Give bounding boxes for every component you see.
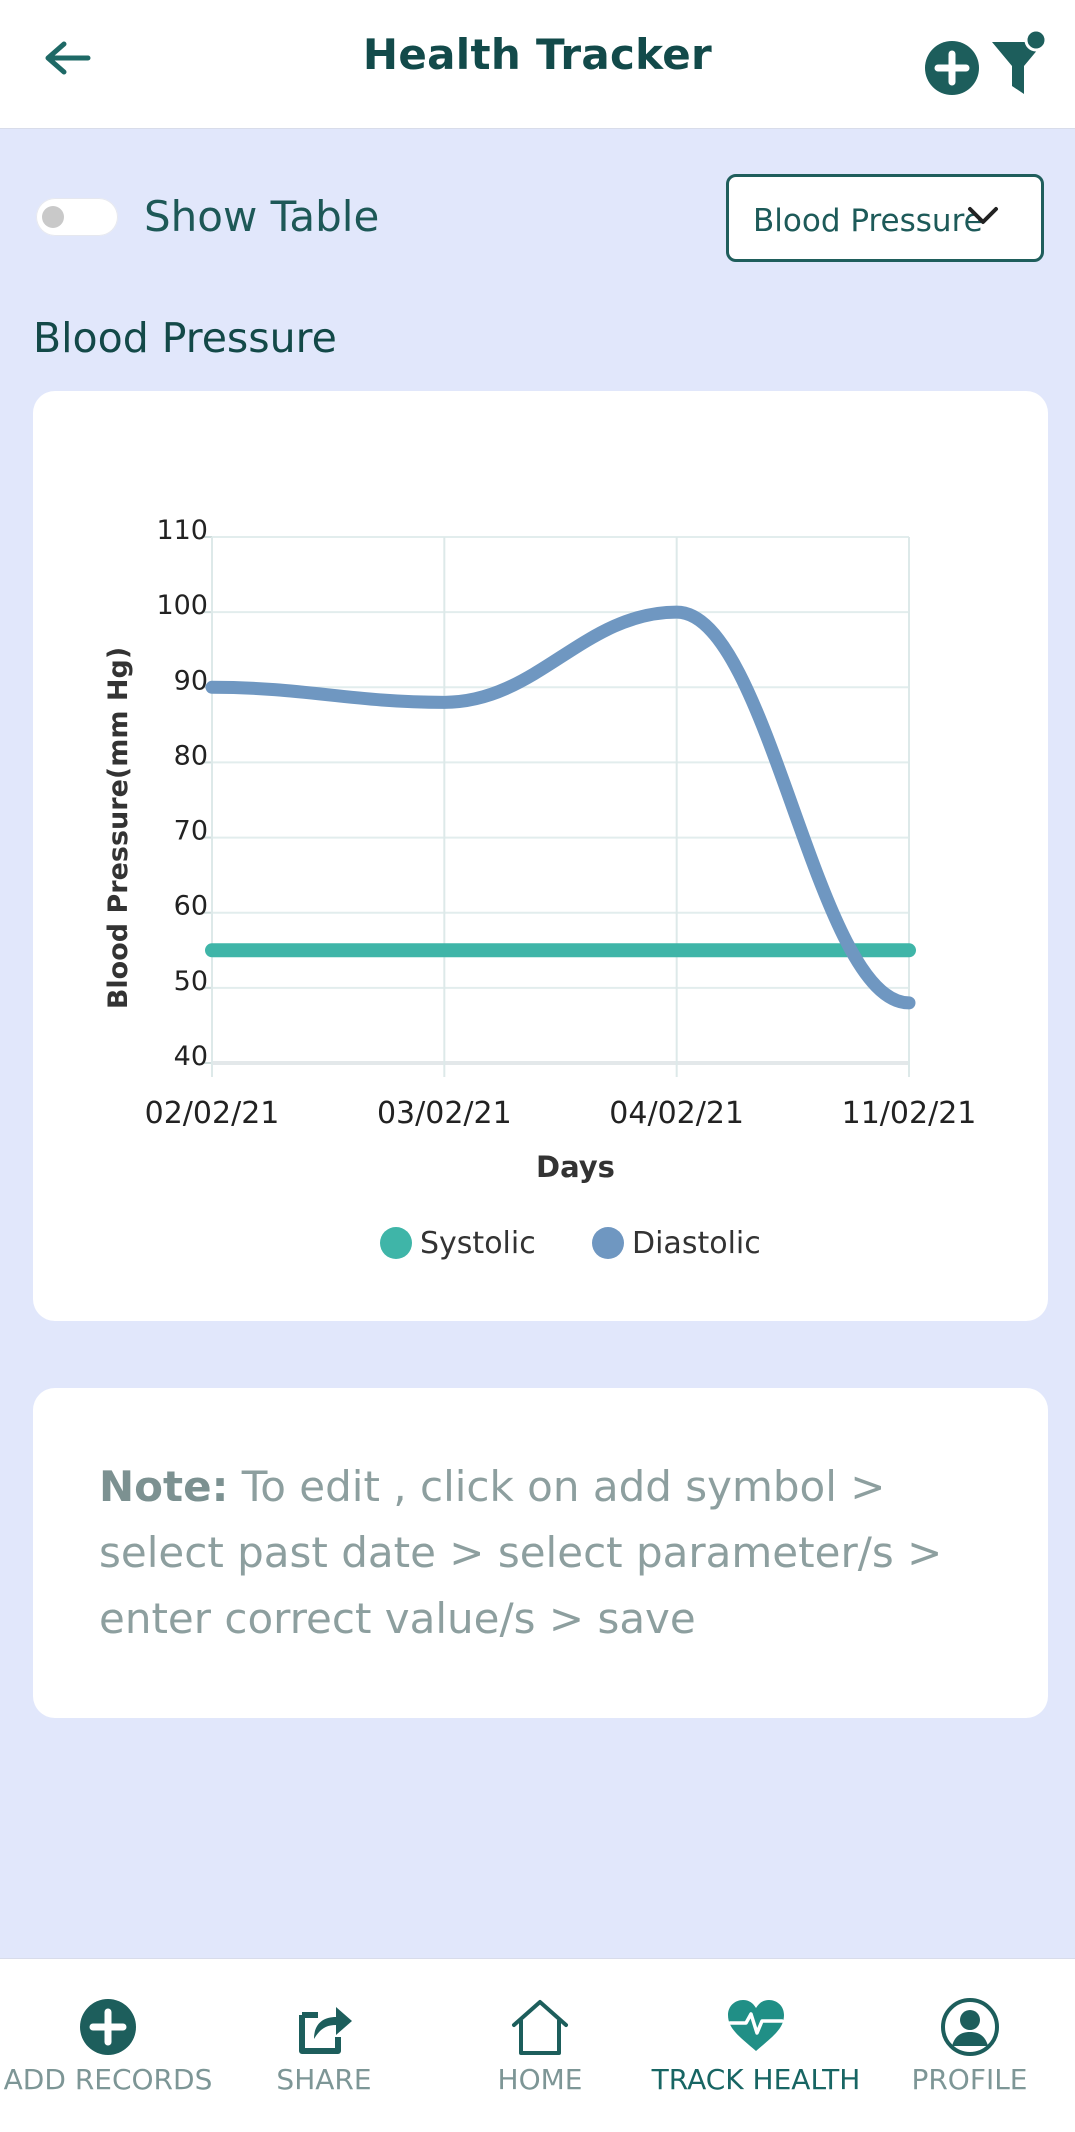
home-icon xyxy=(510,1997,570,2057)
x-tick-label: 04/02/21 xyxy=(609,1096,744,1131)
section-title: Blood Pressure xyxy=(33,314,337,362)
note-text: Note: To edit , click on add symbol > se… xyxy=(99,1454,979,1652)
parameter-dropdown[interactable]: Blood Pressure xyxy=(726,174,1044,262)
plus-circle-icon xyxy=(924,40,980,96)
add-circle-icon xyxy=(78,1997,138,2057)
legend-marker-diastolic xyxy=(592,1227,624,1259)
x-tick-label: 11/02/21 xyxy=(842,1096,977,1131)
legend-label-systolic: Systolic xyxy=(420,1226,536,1261)
nav-label-add-records: ADD RECORDS xyxy=(0,2063,216,2096)
y-tick-label: 50 xyxy=(174,966,208,997)
note-label: Note: xyxy=(99,1462,228,1511)
nav-item-home[interactable]: HOME xyxy=(432,1959,648,2132)
note-card: Note: To edit , click on add symbol > se… xyxy=(33,1388,1048,1718)
nav-label-share: SHARE xyxy=(216,2063,432,2096)
heart-pulse-icon xyxy=(726,1997,786,2057)
bottom-navigation: ADD RECORDS SHARE HOME TRACK HEALTH PROF… xyxy=(0,1958,1075,2132)
y-axis-title: Blood Pressure(mm Hg) xyxy=(103,647,134,1009)
top-app-bar: Health Tracker xyxy=(0,0,1075,129)
profile-icon xyxy=(940,1997,1000,2057)
show-table-label: Show Table xyxy=(144,192,379,241)
show-table-toggle[interactable] xyxy=(36,198,118,236)
nav-label-home: HOME xyxy=(432,2063,648,2096)
x-axis-title: Days xyxy=(536,1150,615,1184)
blood-pressure-chart: 40 50 60 70 80 90 100 110 02/02/21 03/02/21 04/02/… xyxy=(33,391,1048,1321)
legend-label-diastolic: Diastolic xyxy=(632,1226,761,1261)
nav-label-track-health: TRACK HEALTH xyxy=(648,2063,864,2096)
filter-button[interactable] xyxy=(990,26,1050,98)
legend-marker-systolic xyxy=(380,1227,412,1259)
y-tick-label: 80 xyxy=(174,740,208,771)
nav-label-profile: PROFILE xyxy=(864,2063,1075,2096)
chart-card: 40 50 60 70 80 90 100 110 02/02/21 03/02/21 04/02/… xyxy=(33,391,1048,1321)
y-tick-label: 90 xyxy=(174,665,208,696)
x-tick-label: 02/02/21 xyxy=(145,1096,280,1131)
page-title: Health Tracker xyxy=(0,30,1075,79)
nav-item-share[interactable]: SHARE xyxy=(216,1959,432,2132)
parameter-dropdown-value: Blood Pressure xyxy=(753,203,983,239)
chevron-down-icon xyxy=(967,205,999,227)
toggle-knob xyxy=(42,206,64,228)
y-tick-label: 70 xyxy=(174,816,208,847)
nav-item-track-health[interactable]: TRACK HEALTH xyxy=(648,1959,864,2132)
share-icon xyxy=(294,1997,354,2057)
y-tick-label: 100 xyxy=(156,590,208,621)
add-record-button[interactable] xyxy=(924,40,980,96)
x-tick-label: 03/02/21 xyxy=(377,1096,512,1131)
y-tick-label: 40 xyxy=(174,1041,208,1072)
filter-icon xyxy=(990,26,1050,98)
y-tick-label: 60 xyxy=(174,891,208,922)
nav-item-profile[interactable]: PROFILE xyxy=(864,1959,1075,2132)
nav-item-add-records[interactable]: ADD RECORDS xyxy=(0,1959,216,2132)
y-tick-label: 110 xyxy=(156,515,208,546)
